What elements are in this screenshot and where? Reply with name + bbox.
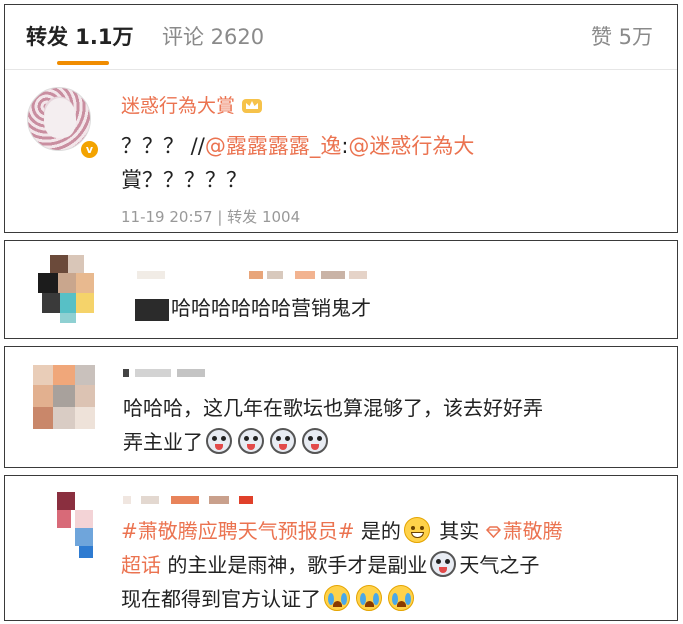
husky-emoji-icon xyxy=(238,428,264,454)
tab-like[interactable]: 赞 5万 xyxy=(591,23,653,51)
crying-laughing-emoji-icon xyxy=(388,585,414,611)
comment-text: 哈哈哈，这几年在歌坛也算混够了，该去好好弄 弄主业了 xyxy=(123,391,663,459)
username-text: 迷惑行為大賞 xyxy=(121,95,236,117)
mention-link[interactable]: @迷惑行為大 xyxy=(348,134,474,158)
super-topic-text: 萧敬腾 xyxy=(502,519,563,543)
hashtag-link[interactable]: #萧敬腾应聘天气预报员# xyxy=(121,519,355,543)
blurred-prefix xyxy=(135,299,169,321)
comment-line: 哈哈哈，这几年在歌坛也算混够了，该去好好弄 xyxy=(123,396,543,420)
comment-segment: 天气之子 xyxy=(459,553,540,577)
tab-repost[interactable]: 转发 1.1万 xyxy=(26,23,134,51)
active-tab-indicator xyxy=(57,61,109,65)
comment-line: 弄主业了 xyxy=(123,430,203,454)
tab-bar: 转发 1.1万 评论 2620 赞 5万 xyxy=(5,5,677,70)
crown-icon xyxy=(242,99,263,113)
husky-emoji-icon xyxy=(270,428,296,454)
username[interactable]: 迷惑行為大賞 xyxy=(121,93,263,119)
comment-card: #萧敬腾应聘天气预报员# 是的 其实 萧敬腾 超话 的主业是雨神，歌手才是副业 天… xyxy=(4,475,678,621)
comment-text: 哈哈哈哈哈哈营销鬼才 xyxy=(171,296,371,320)
blurred-username xyxy=(123,369,213,377)
avatar[interactable] xyxy=(33,365,97,437)
smile-emoji-icon xyxy=(403,517,430,543)
mention-link[interactable]: @露露露露_逸 xyxy=(205,134,342,158)
post-text-prefix: ？？？ // xyxy=(121,134,205,158)
mention-link-continued[interactable]: 賞？？？？？ xyxy=(121,168,247,192)
diamond-icon xyxy=(485,526,501,538)
post-meta: 11-19 20:57 | 转发 1004 xyxy=(121,208,301,226)
blurred-username xyxy=(123,496,263,504)
verified-badge-icon: v xyxy=(79,139,100,160)
crying-laughing-emoji-icon xyxy=(356,585,382,611)
comment-segment: 是的 xyxy=(354,519,401,543)
comment-segment: 其实 xyxy=(432,519,480,543)
husky-emoji-icon xyxy=(206,428,232,454)
comment-card: 哈哈哈哈哈哈营销鬼才 xyxy=(4,240,678,339)
husky-emoji-icon xyxy=(302,428,328,454)
crying-laughing-emoji-icon xyxy=(324,585,350,611)
super-topic-text-continued[interactable]: 超话 xyxy=(121,553,161,577)
comment-text: #萧敬腾应聘天气预报员# 是的 其实 萧敬腾 超话 的主业是雨神，歌手才是副业 天… xyxy=(121,514,671,616)
super-topic-link[interactable]: 萧敬腾 xyxy=(485,519,563,543)
comment-segment: 现在都得到官方认证了 xyxy=(121,587,321,611)
avatar[interactable] xyxy=(30,253,102,325)
avatar[interactable] xyxy=(49,490,107,560)
tab-comment[interactable]: 评论 2620 xyxy=(162,23,264,51)
comment-segment: 的主业是雨神，歌手才是副业 xyxy=(161,553,428,577)
comment-card: 哈哈哈，这几年在歌坛也算混够了，该去好好弄 弄主业了 xyxy=(4,346,678,468)
post-text: ？？？ //@露露露露_逸:@迷惑行為大 賞？？？？？ xyxy=(121,129,591,197)
blurred-username xyxy=(137,271,377,279)
repost-card: 转发 1.1万 评论 2620 赞 5万 v 迷惑行為大賞 ？？？ //@露露露… xyxy=(4,4,678,233)
husky-emoji-icon xyxy=(430,551,457,577)
